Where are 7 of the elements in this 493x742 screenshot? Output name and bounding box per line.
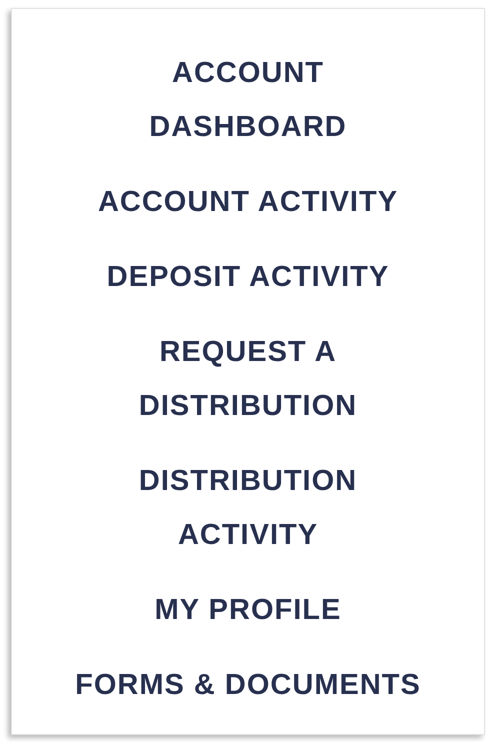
menu-link[interactable]: DISTRIBUTION ACTIVITY xyxy=(138,454,358,562)
menu-link[interactable]: DEPOSIT ACTIVITY xyxy=(106,250,390,304)
menu-link[interactable]: ACCOUNT ACTIVITY xyxy=(98,175,398,229)
menu-link[interactable]: ACCOUNT DASHBOARD xyxy=(149,46,347,154)
menu-link[interactable]: FORMS & DOCUMENTS xyxy=(75,658,421,712)
menu-link[interactable]: REQUEST A DISTRIBUTION xyxy=(138,325,358,433)
menu-link[interactable]: MY PROFILE xyxy=(154,583,342,637)
